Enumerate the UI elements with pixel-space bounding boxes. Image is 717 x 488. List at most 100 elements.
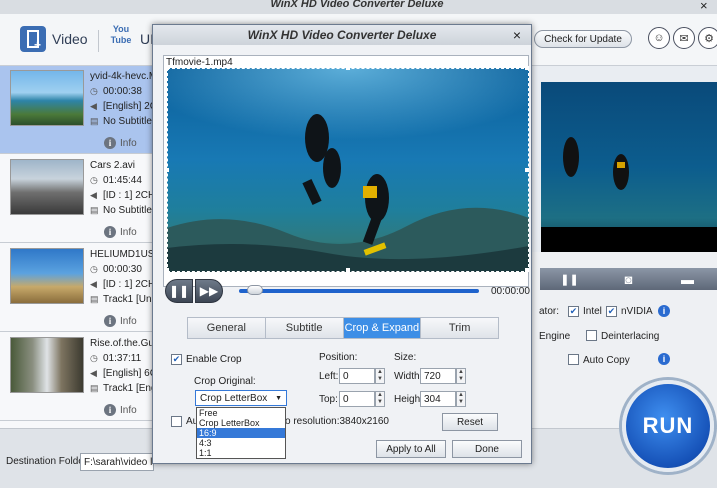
crop-option[interactable]: 4:3 — [197, 438, 285, 448]
video-thumbnail — [10, 70, 84, 126]
add-video-button[interactable]: + Video — [20, 26, 88, 52]
size-label: Size: — [394, 352, 417, 363]
info-button[interactable]: i Info — [104, 136, 148, 150]
crop-handle[interactable] — [525, 268, 529, 272]
pause-icon[interactable]: ❚❚ — [540, 268, 599, 290]
add-video-label: Video — [52, 31, 88, 47]
file-audio: [English] 6C — [103, 368, 157, 379]
position-label: Position: — [319, 352, 358, 363]
fast-forward-button[interactable]: ▶▶ — [195, 279, 223, 303]
dialog-tabs: General Subtitle Crop & Expand Trim — [187, 317, 499, 339]
seek-bar[interactable] — [239, 289, 479, 293]
chevron-down-icon: ▼ — [275, 394, 282, 402]
subtitle-icon: ▤ — [90, 205, 99, 215]
auto-copy-checkbox[interactable] — [568, 354, 579, 365]
file-duration: 01:45:44 — [103, 175, 142, 186]
crop-option[interactable]: 1:1 — [197, 448, 285, 458]
close-icon[interactable]: × — [509, 27, 525, 43]
dialog-title: WinX HD Video Converter Deluxe — [247, 28, 437, 42]
width-input[interactable]: 720 — [420, 368, 456, 384]
file-item[interactable]: yvid-4k-hevc.MP ◷ 00:00:38 ◀ [English] 2C … — [0, 66, 164, 154]
youtube-button[interactable]: You Tube UI — [108, 24, 154, 54]
file-audio: [ID : 1] 2CH — [103, 279, 156, 290]
crop-original-label: Crop Original: — [194, 376, 256, 387]
crop-rectangle[interactable] — [165, 66, 529, 272]
tab-trim[interactable]: Trim — [421, 318, 498, 338]
crop-handle[interactable] — [165, 66, 169, 70]
main-window-title: WinX HD Video Converter Deluxe — [270, 0, 444, 10]
video-thumbnail — [10, 337, 84, 393]
intel-checkbox[interactable]: ✔ — [568, 306, 579, 317]
clock-icon: ◷ — [90, 175, 98, 185]
tab-subtitle[interactable]: Subtitle — [265, 318, 344, 338]
user-icon[interactable]: ☺ — [648, 27, 670, 49]
tab-crop-expand[interactable]: Crop & Expand — [343, 318, 422, 338]
file-subtitle: No Subtitle — [103, 116, 152, 127]
tab-general[interactable]: General — [188, 318, 266, 338]
file-item[interactable]: HELIUMD1USA.m ◷ 00:00:30 ◀ [ID : 1] 2CH ▤ T… — [0, 244, 172, 332]
crop-handle[interactable] — [346, 268, 350, 272]
folder-icon[interactable]: ▬ — [658, 268, 717, 290]
crop-handle[interactable] — [346, 66, 350, 70]
camera-icon[interactable]: ◙ — [599, 268, 658, 290]
speaker-icon: ◀ — [90, 368, 97, 378]
check-update-button[interactable]: Check for Update — [534, 30, 632, 48]
done-button[interactable]: Done — [452, 440, 522, 458]
crop-option[interactable]: Crop LetterBox — [197, 418, 285, 428]
enable-crop-label: Enable Crop — [186, 354, 242, 365]
crop-handle[interactable] — [525, 168, 529, 172]
file-item[interactable]: Rise.of.the.Gua ◷ 01:37:11 ◀ [English] 6C … — [0, 333, 159, 421]
apply-to-all-button[interactable]: Apply to All — [376, 440, 446, 458]
clock-icon: ◷ — [90, 353, 98, 363]
height-stepper[interactable]: ▲ ▼ — [456, 391, 466, 407]
file-item[interactable]: Cars 2.avi ◷ 01:45:44 ◀ [ID : 1] 2CH ▤ No S… — [0, 155, 156, 243]
file-subtitle: Track1 [Eng — [103, 383, 157, 394]
width-stepper[interactable]: ▲ ▼ — [456, 368, 466, 384]
main-window-titlebar: WinX HD Video Converter Deluxe × — [0, 0, 717, 14]
destination-input[interactable]: F:\sarah\video librar — [80, 453, 154, 471]
mail-icon[interactable]: ✉ — [673, 27, 695, 49]
intel-label: Intel — [583, 306, 602, 317]
file-duration: 00:00:38 — [103, 86, 142, 97]
run-button[interactable]: RUN — [622, 380, 714, 472]
fast-forward-icon: ▶▶ — [199, 284, 219, 298]
add-video-icon: + — [20, 26, 46, 52]
pause-button[interactable]: ❚❚ — [165, 279, 193, 303]
auto-copy-label: Auto Copy — [583, 355, 630, 366]
crop-handle[interactable] — [165, 268, 169, 272]
top-input[interactable]: 0 — [339, 391, 375, 407]
file-audio: [ID : 1] 2CH — [103, 190, 156, 201]
info-button[interactable]: i Info — [104, 403, 148, 417]
top-stepper[interactable]: ▲ ▼ — [375, 391, 385, 407]
subtitle-icon: ▤ — [90, 383, 99, 393]
time-display: 00:00:00 — [491, 286, 530, 297]
nvidia-label: nVIDIA — [621, 306, 653, 317]
crop-option[interactable]: 16:9 — [197, 428, 285, 438]
nvidia-checkbox[interactable]: ✔ — [606, 306, 617, 317]
height-input[interactable]: 304 — [420, 391, 456, 407]
reset-button[interactable]: Reset — [442, 413, 498, 431]
info-button[interactable]: i Info — [104, 225, 148, 239]
crop-option[interactable]: Free — [197, 408, 285, 418]
left-input[interactable]: 0 — [339, 368, 375, 384]
left-stepper[interactable]: ▲ ▼ — [375, 368, 385, 384]
info-button[interactable]: i Info — [104, 314, 148, 328]
left-label: Left: — [319, 371, 339, 382]
crop-mode-select[interactable]: Crop LetterBox ▼ — [195, 390, 287, 406]
file-subtitle: Track1 [Unk — [103, 294, 157, 305]
crop-handle[interactable] — [165, 168, 169, 172]
info-icon[interactable]: i — [658, 305, 670, 317]
close-icon[interactable]: × — [700, 0, 708, 13]
deinterlacing-checkbox[interactable] — [586, 330, 597, 341]
destination-label: Destination Folder: — [6, 456, 90, 467]
file-name: Rise.of.the.Gua — [90, 338, 160, 349]
auto-checkbox[interactable] — [171, 416, 182, 427]
top-label: Top: — [319, 394, 338, 405]
crop-handle[interactable] — [525, 66, 529, 70]
seek-handle[interactable] — [247, 285, 263, 295]
info-icon[interactable]: i — [658, 353, 670, 365]
settings-icon[interactable]: ⚙ — [698, 27, 717, 49]
clock-icon: ◷ — [90, 264, 98, 274]
toolbar-divider — [98, 30, 99, 52]
enable-crop-checkbox[interactable]: ✔ — [171, 354, 182, 365]
